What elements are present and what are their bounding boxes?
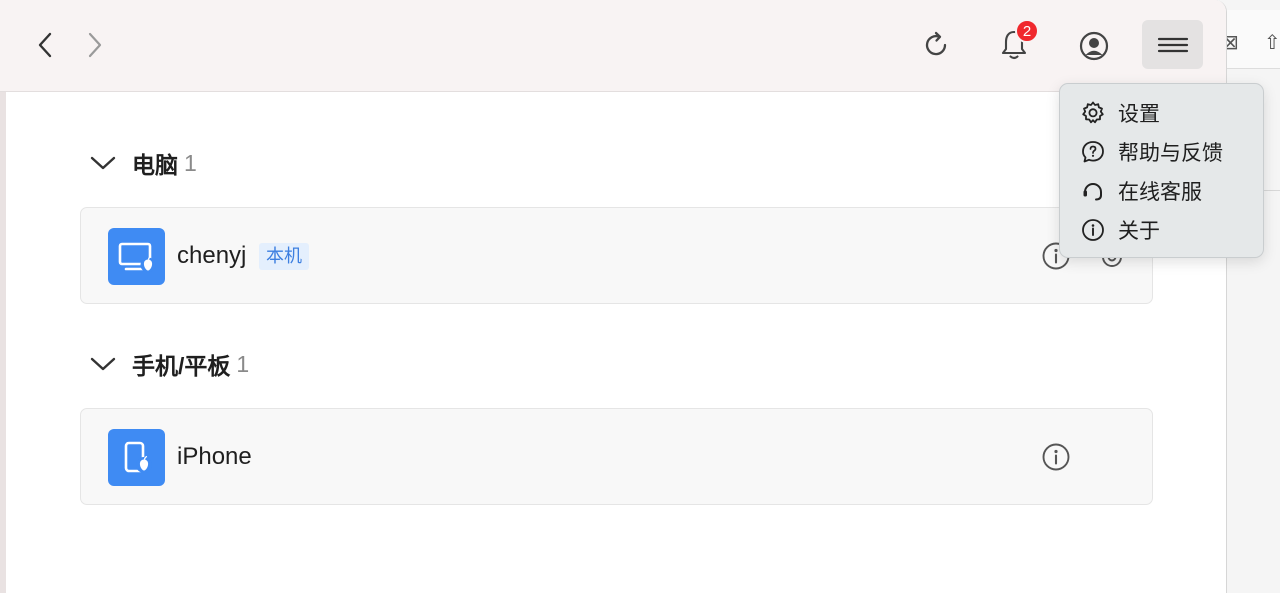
section-header-computers[interactable]: 电脑 1 [88,148,197,178]
menu-item-settings[interactable]: 设置 [1080,97,1160,129]
chevron-down-icon [88,148,118,178]
headset-icon [1083,183,1102,201]
refresh-icon [925,31,947,56]
section-title: 手机/平板 [132,353,231,379]
menu-item-online-support[interactable]: 在线客服 [1080,175,1202,207]
app-window: 2 电脑 1 chenyj 本机 手机/平板 1 iPhone [0,0,1227,593]
info-icon [1082,219,1104,241]
account-button[interactable] [1076,28,1112,64]
device-name: chenyj [177,242,247,269]
section-title: 电脑 [132,152,178,178]
section-count: 1 [184,149,197,176]
device-info-button[interactable] [1041,442,1071,472]
device-card-chenyj[interactable]: chenyj 本机 [80,207,1153,304]
menu-label: 设置 [1118,102,1160,126]
notification-badge: 2 [1015,19,1039,43]
chevron-down-icon [88,349,118,379]
background-share-icon: ⇧ [1264,30,1280,54]
section-count: 1 [236,350,250,377]
gear-icon [1082,101,1104,124]
menu-label: 在线客服 [1118,180,1202,204]
info-icon [1042,443,1070,471]
local-device-tag: 本机 [259,243,309,270]
refresh-button[interactable] [918,27,954,63]
device-name: iPhone [177,443,252,470]
device-card-iphone[interactable]: iPhone [80,408,1153,505]
hamburger-menu-icon [1157,37,1188,52]
main-menu-dropdown: 设置 帮助与反馈 在线客服 关于 [1059,83,1264,258]
user-circle-icon [1079,31,1109,61]
iphone-icon [108,429,165,486]
menu-item-about[interactable]: 关于 [1080,214,1160,246]
menu-item-help-feedback[interactable]: 帮助与反馈 [1080,136,1223,168]
section-header-phones-tablets[interactable]: 手机/平板 1 [88,349,249,379]
chevron-left-icon [38,32,52,58]
help-icon [1082,141,1104,163]
chevron-right-icon [88,32,102,58]
forward-button[interactable] [80,30,110,60]
menu-label: 关于 [1118,219,1160,243]
mac-computer-icon [108,228,165,285]
toolbar: 2 [0,0,1226,92]
back-button[interactable] [30,30,60,60]
menu-label: 帮助与反馈 [1118,141,1223,165]
menu-button[interactable] [1142,20,1203,69]
